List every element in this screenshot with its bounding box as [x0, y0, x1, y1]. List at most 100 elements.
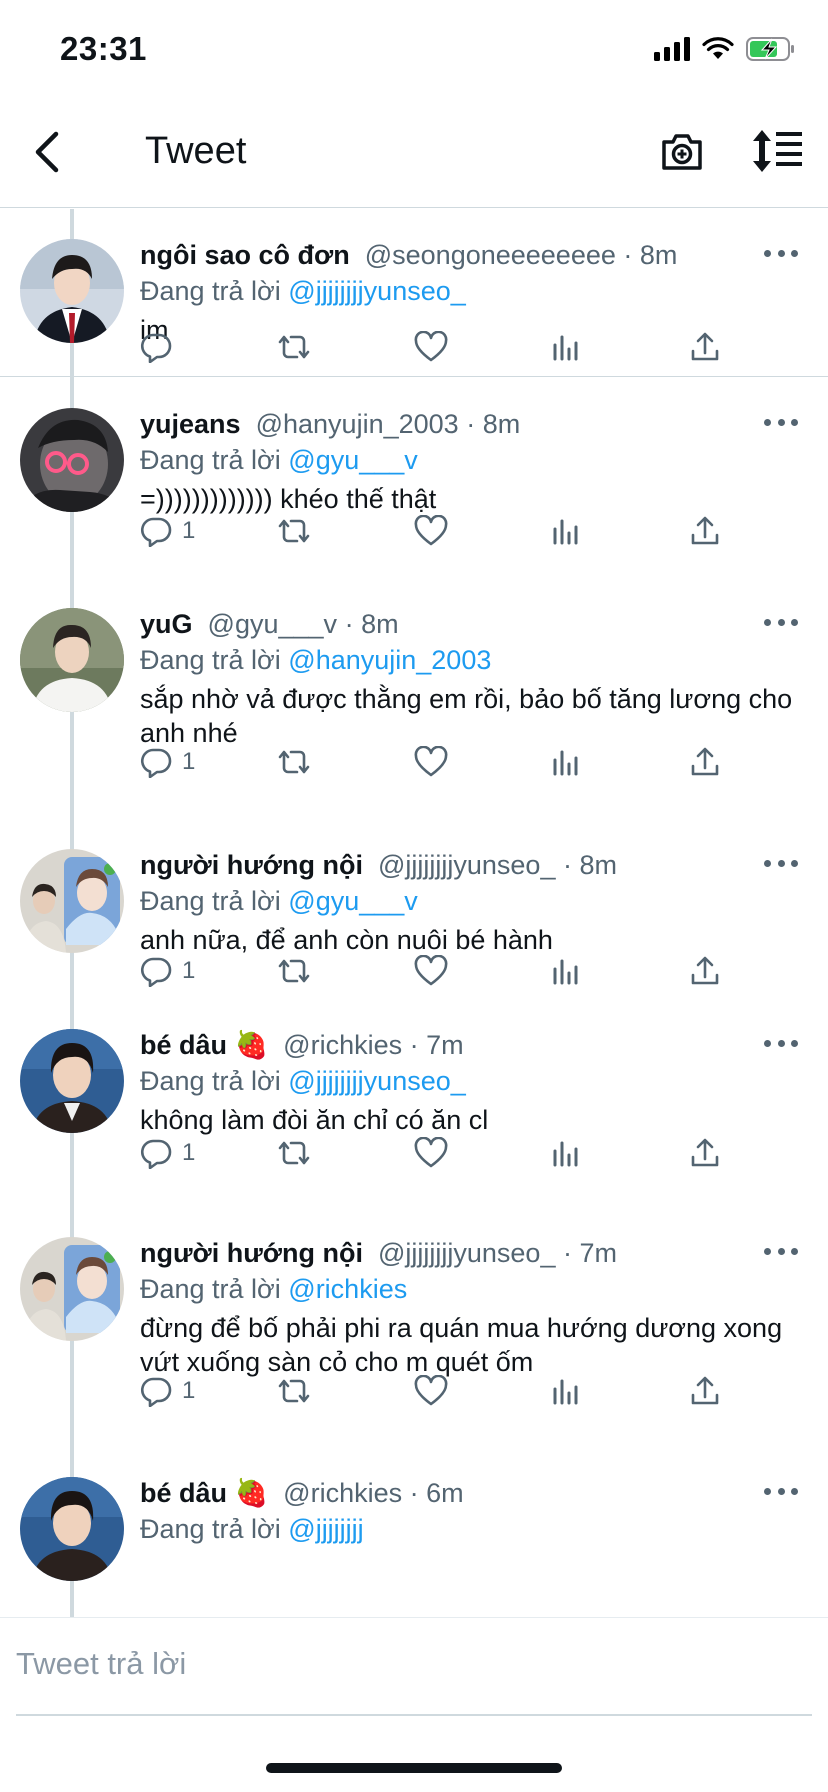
tweet[interactable]: yuG @gyu___v · 8m Đang trả lời @hanyujin…: [0, 578, 828, 798]
user-handle[interactable]: @jjjjjjjjyunseo_: [378, 850, 555, 880]
more-button[interactable]: [764, 1033, 798, 1053]
avatar[interactable]: [20, 849, 124, 953]
display-name[interactable]: ngôi sao cô đơn: [140, 240, 350, 270]
tweet[interactable]: bé dâu 🍓 @richkies · 6m Đang trả lời @jj…: [0, 1447, 828, 1617]
avatar[interactable]: [20, 608, 124, 712]
more-button[interactable]: [764, 612, 798, 632]
mention-link[interactable]: @gyu___v: [288, 445, 418, 475]
reply-button[interactable]: 1: [140, 951, 195, 991]
reply-button[interactable]: 1: [140, 742, 195, 782]
avatar[interactable]: [20, 408, 124, 512]
share-button[interactable]: [690, 1133, 720, 1173]
display-name[interactable]: người hướng nội: [140, 1238, 363, 1268]
retweet-button[interactable]: [276, 1133, 312, 1173]
signal-icon: [654, 37, 690, 61]
analytics-button[interactable]: [552, 511, 580, 551]
tweet-time: 8m: [639, 240, 678, 270]
share-button[interactable]: [690, 951, 720, 991]
mention-link[interactable]: @hanyujin_2003: [288, 645, 491, 675]
user-handle[interactable]: @hanyujin_2003: [256, 409, 459, 439]
tweet-header: ngôi sao cô đơn @seongoneeeeeeee · 8m: [140, 240, 678, 270]
reply-button[interactable]: 1: [140, 1371, 195, 1411]
sort-icon: [753, 130, 802, 172]
like-button[interactable]: [414, 1371, 448, 1411]
reply-button[interactable]: 1: [140, 511, 195, 551]
home-indicator[interactable]: [266, 1763, 562, 1773]
share-button[interactable]: [690, 742, 720, 782]
more-button[interactable]: [764, 243, 798, 263]
retweet-button[interactable]: [276, 951, 312, 991]
reply-button[interactable]: [140, 327, 182, 367]
analytics-icon: [553, 1141, 578, 1167]
retweet-button[interactable]: [276, 742, 312, 782]
analytics-button[interactable]: [552, 1371, 580, 1411]
display-name[interactable]: bé dâu 🍓: [140, 1030, 268, 1060]
more-button[interactable]: [764, 412, 798, 432]
heart-icon: [414, 746, 448, 777]
like-button[interactable]: [414, 1133, 448, 1173]
analytics-button[interactable]: [552, 327, 580, 367]
heart-icon: [414, 1137, 448, 1168]
mention-link[interactable]: @gyu___v: [288, 886, 418, 916]
reply-count: 1: [182, 1139, 196, 1166]
retweet-icon: [278, 959, 310, 983]
like-button[interactable]: [414, 951, 448, 991]
share-button[interactable]: [690, 511, 720, 551]
heart-icon: [414, 1375, 448, 1406]
tweet-header: bé dâu 🍓 @richkies · 7m: [140, 1030, 464, 1060]
reply-count: 1: [182, 957, 196, 984]
retweet-button[interactable]: [276, 327, 312, 367]
analytics-button[interactable]: [552, 1133, 580, 1173]
user-handle[interactable]: @seongoneeeeeeee: [365, 240, 616, 270]
reply-count: 1: [182, 1377, 196, 1404]
retweet-button[interactable]: [276, 511, 312, 551]
tweet[interactable]: yujeans @hanyujin_2003 · 8m Đang trả lời…: [0, 378, 828, 578]
tweet-content: người hướng nội @jjjjjjjjyunseo_ · 8m Đa…: [140, 847, 800, 957]
tweet[interactable]: ngôi sao cô đơn @seongoneeeeeeee · 8m Đa…: [0, 209, 828, 377]
more-button[interactable]: [764, 1481, 798, 1501]
tweet-time: 8m: [579, 850, 617, 880]
display-name[interactable]: yujeans: [140, 409, 241, 439]
sort-button[interactable]: [752, 128, 804, 174]
avatar[interactable]: [20, 239, 124, 343]
like-button[interactable]: [414, 327, 448, 367]
camera-button[interactable]: [660, 130, 704, 174]
mention-link[interactable]: @richkies: [288, 1274, 407, 1304]
back-button[interactable]: [26, 128, 66, 176]
retweet-button[interactable]: [276, 1371, 312, 1411]
avatar[interactable]: [20, 1237, 124, 1341]
display-name[interactable]: người hướng nội: [140, 850, 363, 880]
user-handle[interactable]: @richkies: [283, 1030, 402, 1060]
share-button[interactable]: [690, 327, 720, 367]
replying-to-label: Đang trả lời: [140, 645, 281, 675]
tweet-time: 8m: [361, 609, 399, 639]
reply-composer[interactable]: Tweet trả lời: [0, 1617, 828, 1737]
analytics-button[interactable]: [552, 951, 580, 991]
analytics-icon: [553, 750, 578, 776]
user-handle[interactable]: @gyu___v: [208, 609, 338, 639]
user-handle[interactable]: @richkies: [283, 1478, 402, 1508]
tweet[interactable]: người hướng nội @jjjjjjjjyunseo_ · 8m Đa…: [0, 819, 828, 1019]
display-name[interactable]: bé dâu 🍓: [140, 1478, 268, 1508]
reply-button[interactable]: 1: [140, 1133, 195, 1173]
mention-link[interactable]: @jjjjjjjjyunseo_: [288, 1066, 465, 1096]
analytics-icon: [553, 335, 578, 361]
reply-count: 1: [182, 517, 196, 544]
like-button[interactable]: [414, 742, 448, 782]
like-button[interactable]: [414, 511, 448, 551]
tweet[interactable]: người hướng nội @jjjjjjjjyunseo_ · 7m Đa…: [0, 1207, 828, 1427]
mention-link[interactable]: @jjjjjjjj: [288, 1514, 363, 1544]
more-button[interactable]: [764, 853, 798, 873]
reply-input-placeholder[interactable]: Tweet trả lời: [16, 1646, 186, 1682]
tweet[interactable]: bé dâu 🍓 @richkies · 7m Đang trả lời @jj…: [0, 999, 828, 1219]
more-button[interactable]: [764, 1241, 798, 1261]
analytics-button[interactable]: [552, 742, 580, 782]
tweet-time: 6m: [426, 1478, 464, 1508]
display-name[interactable]: yuG: [140, 609, 193, 639]
share-button[interactable]: [690, 1371, 720, 1411]
avatar[interactable]: [20, 1029, 124, 1133]
mention-link[interactable]: @jjjjjjjjyunseo_: [288, 276, 465, 306]
avatar[interactable]: [20, 1477, 124, 1581]
user-handle[interactable]: @jjjjjjjjyunseo_: [378, 1238, 555, 1268]
tweet-content: bé dâu 🍓 @richkies · 6m Đang trả lời @jj…: [140, 1475, 800, 1547]
